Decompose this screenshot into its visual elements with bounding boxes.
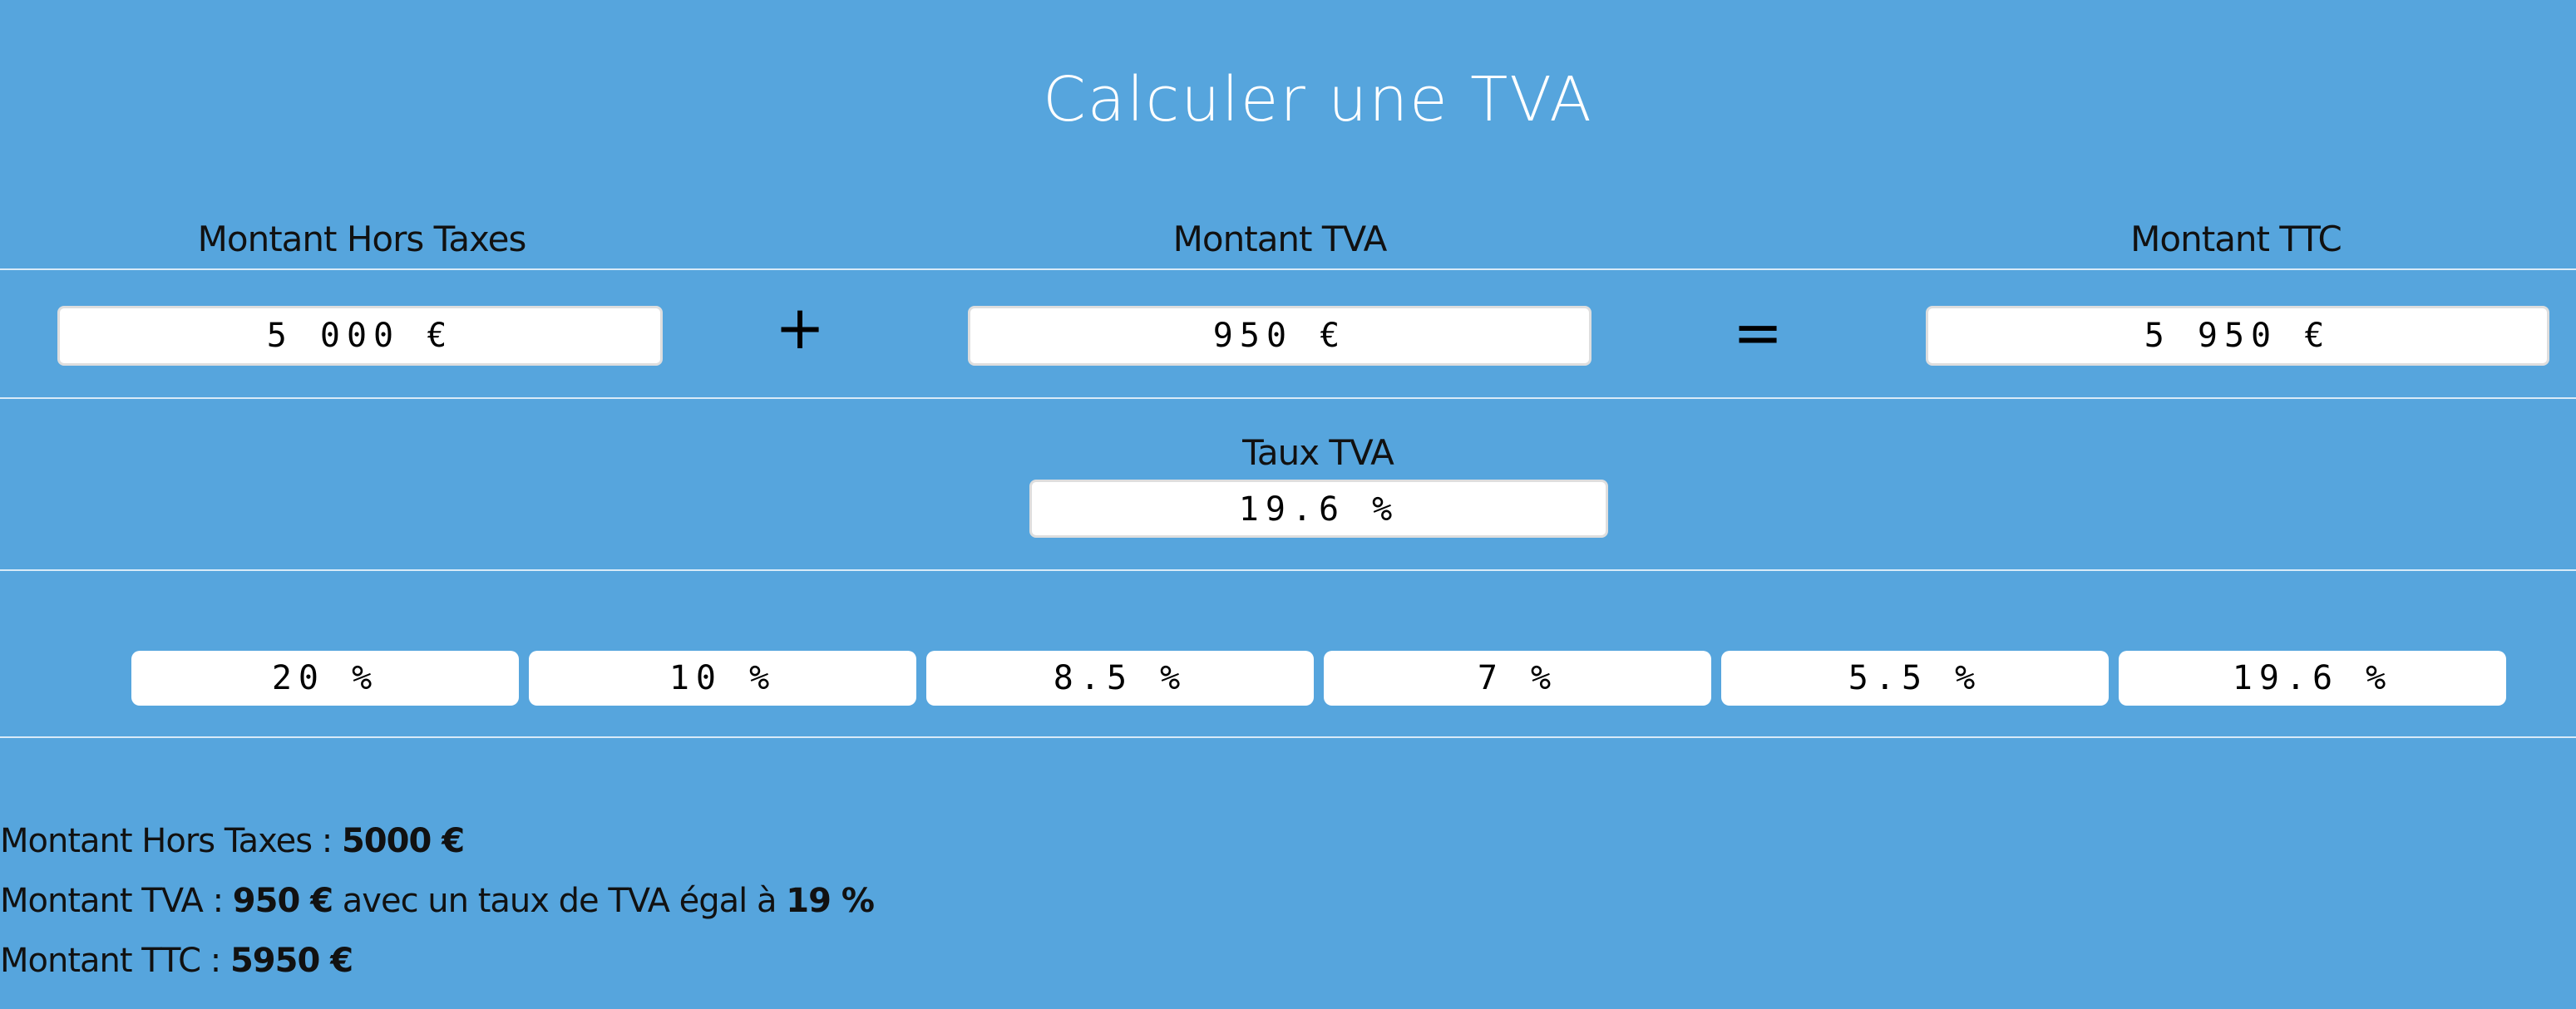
summary-line-ht: Montant Hors Taxes : 5000 €: [0, 816, 465, 866]
rate-input[interactable]: 19.6 %: [1029, 480, 1608, 538]
ht-label: Montant Hors Taxes: [197, 219, 527, 259]
amount-tva-input[interactable]: 950 €: [968, 306, 1591, 366]
amount-ht-input[interactable]: 5 000 €: [57, 306, 663, 366]
rate-button-8-5[interactable]: 8.5 %: [926, 651, 1314, 706]
summary-line-ttc: Montant TTC : 5950 €: [0, 936, 353, 986]
rate-button-7[interactable]: 7 %: [1324, 651, 1711, 706]
page-title: Calculer une TVA: [1043, 64, 1593, 135]
rate-button-19-6[interactable]: 19.6 %: [2119, 651, 2506, 706]
summary-ttc-prefix: Montant TTC :: [0, 942, 221, 980]
amount-ttc-input[interactable]: 5 950 €: [1926, 306, 2549, 366]
summary-line-tva: Montant TVA : 950 € avec un taux de TVA …: [0, 876, 875, 926]
summary-ht-value: 5000 €: [341, 822, 465, 860]
summary-tva-value: 950 €: [232, 882, 333, 920]
divider: [0, 397, 2576, 399]
rate-button-10[interactable]: 10 %: [529, 651, 916, 706]
tva-label: Montant TVA: [1172, 219, 1388, 259]
summary-tva-rate: 19 %: [786, 882, 875, 920]
rate-label: Taux TVA: [1242, 432, 1394, 473]
plus-sign: +: [774, 293, 826, 362]
rate-button-20[interactable]: 20 %: [131, 651, 519, 706]
divider: [0, 268, 2576, 270]
summary-ht-prefix: Montant Hors Taxes :: [0, 822, 333, 860]
divider: [0, 736, 2576, 738]
summary-tva-prefix: Montant TVA :: [0, 882, 224, 920]
equals-sign: =: [1732, 298, 1784, 367]
summary-ttc-value: 5950 €: [229, 942, 353, 980]
ttc-label: Montant TTC: [2130, 219, 2342, 259]
divider: [0, 569, 2576, 571]
rate-button-5-5[interactable]: 5.5 %: [1721, 651, 2109, 706]
summary-tva-middle: avec un taux de TVA égal à: [342, 882, 777, 920]
